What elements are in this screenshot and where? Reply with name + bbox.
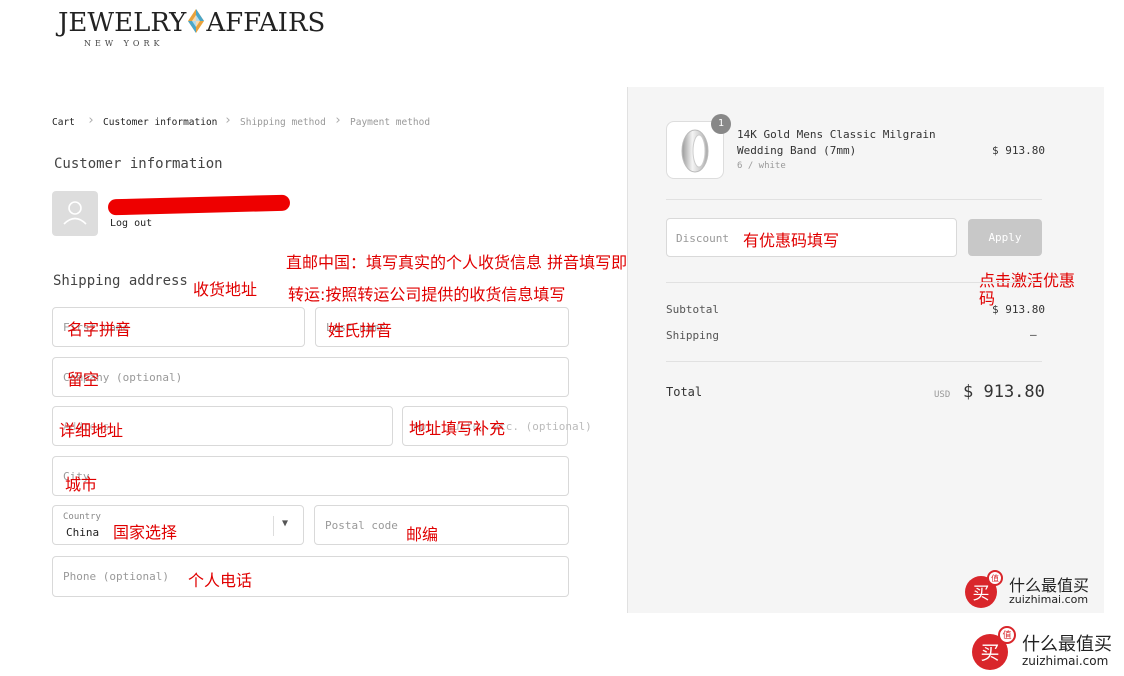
watermark-en: zuizhimai.com: [1009, 593, 1089, 606]
breadcrumb-customer-information: Customer information: [103, 117, 218, 128]
shipping-address-title: Shipping address: [53, 273, 188, 289]
watermark-en: zuizhimai.com: [1022, 654, 1109, 668]
breadcrumb-shipping-method: Shipping method: [240, 117, 326, 128]
annotation-last-name: 姓氏拼音: [328, 321, 393, 340]
logo-location: NEW YORK: [84, 39, 164, 48]
logo-text-right: AFFAIRS: [206, 8, 326, 38]
chevron-down-icon[interactable]: ▼: [282, 518, 288, 529]
watermark-badge-char: 买: [973, 584, 990, 604]
chevron-right-icon: ›: [224, 113, 232, 128]
divider: [666, 282, 1042, 283]
total-currency: USD: [934, 390, 951, 400]
annotation-apartment: 地址填写补充: [409, 419, 506, 438]
customer-information-title: Customer information: [54, 156, 223, 172]
annotation-company: 留空: [67, 370, 100, 389]
watermark-badge-icon: 买 值: [965, 570, 1003, 608]
redacted-email: [107, 194, 291, 216]
product-name-line2: Wedding Band (7mm): [737, 144, 857, 157]
select-divider: [273, 516, 274, 536]
country-select[interactable]: Country China 国家选择 ▼: [52, 505, 304, 545]
watermark-upper: 买 值 什么最值买 zuizhimai.com: [963, 570, 1099, 610]
annotation-address: 详细地址: [59, 421, 124, 440]
product-name-line1: 14K Gold Mens Classic Milgrain: [737, 128, 936, 141]
phone-placeholder: Phone (optional): [63, 570, 169, 583]
annotation-shipping-address: 收货地址: [193, 280, 258, 299]
watermark-lower: 买 值 什么最值买 zuizhimai.com: [970, 626, 1120, 672]
address-input[interactable]: Address 详细地址: [52, 406, 393, 446]
total-value: $ 913.80: [963, 382, 1045, 402]
company-input[interactable]: Company (optional) 留空: [52, 357, 569, 397]
total-label: Total: [666, 385, 703, 399]
breadcrumb-cart[interactable]: Cart: [52, 117, 75, 128]
divider: [666, 361, 1042, 362]
apartment-input[interactable]: Apt, suite, etc. (optional) 地址填写补充: [402, 406, 592, 446]
avatar: [52, 191, 98, 236]
watermark-badge-char: 买: [980, 642, 999, 664]
store-logo[interactable]: JEWELRY AFFAIRS: [58, 8, 325, 38]
annotation-phone: 个人电话: [188, 571, 253, 590]
annotation-discount: 有优惠码填写: [743, 231, 840, 250]
discount-placeholder: Discount: [676, 232, 729, 245]
subtotal-label: Subtotal: [666, 303, 719, 316]
annotation-forwarding: 转运:按照转运公司提供的收货信息填写: [288, 285, 566, 304]
divider: [666, 199, 1042, 200]
postal-code-input[interactable]: Postal code 邮编: [314, 505, 569, 545]
country-value: China: [66, 526, 100, 539]
shipping-label: Shipping: [666, 329, 719, 342]
annotation-first-name: 名字拼音: [67, 320, 132, 339]
shipping-value: —: [1030, 328, 1037, 341]
discount-input[interactable]: Discount 有优惠码填写: [666, 218, 957, 257]
logout-link[interactable]: Log out: [110, 218, 152, 229]
annotation-direct-china: 直邮中国：填写真实的个人收货信息 拼音填写即可: [286, 253, 644, 272]
annotation-postal: 邮编: [406, 525, 439, 544]
apply-button[interactable]: Apply: [968, 219, 1042, 256]
watermark-badge-num: 值: [1002, 629, 1011, 641]
annotation-city: 城市: [65, 475, 98, 494]
product-variant: 6 / white: [737, 161, 786, 171]
watermark-badge-num: 值: [991, 573, 999, 583]
chevron-right-icon: ›: [87, 113, 95, 128]
breadcrumb-payment-method: Payment method: [350, 117, 431, 128]
first-name-input[interactable]: First name 名字拼音: [52, 307, 305, 347]
phone-input[interactable]: Phone (optional) 个人电话: [52, 556, 569, 597]
postal-code-placeholder: Postal code: [325, 519, 398, 532]
last-name-input[interactable]: Last name 姓氏拼音: [315, 307, 569, 347]
city-input[interactable]: City 城市: [52, 456, 569, 496]
annotation-country: 国家选择: [113, 523, 178, 542]
quantity-badge: 1: [711, 114, 731, 134]
watermark-badge-icon: 买 值: [972, 626, 1016, 670]
logo-text-left: JEWELRY: [58, 8, 187, 38]
product-price: $ 913.80: [992, 144, 1045, 157]
country-label: Country: [63, 512, 101, 522]
watermark-cn: 什么最值买: [1022, 634, 1112, 655]
diamond-logo-icon: [188, 9, 205, 33]
subtotal-value: $ 913.80: [992, 303, 1045, 316]
chevron-right-icon: ›: [334, 113, 342, 128]
user-icon: [63, 201, 87, 225]
